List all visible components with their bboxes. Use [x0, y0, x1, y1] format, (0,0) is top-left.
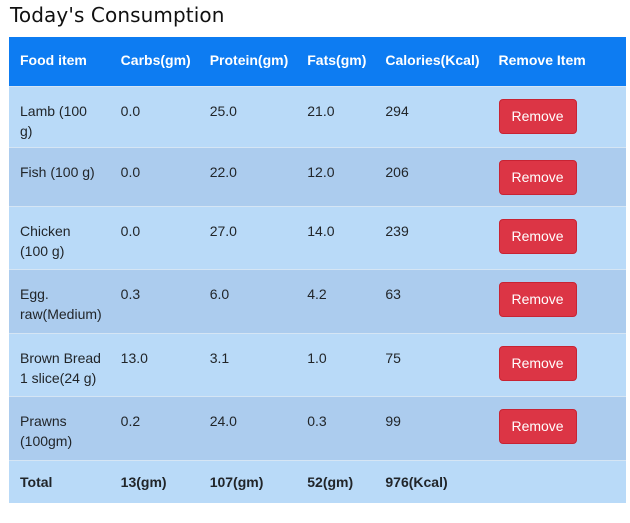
calories-cell: 206 — [385, 163, 409, 180]
protein-cell: 6.0 — [209, 285, 230, 302]
carbs-cell: 0.2 — [120, 412, 141, 429]
header-food-item: Food item — [20, 52, 87, 68]
protein-cell: 25.0 — [209, 102, 237, 119]
fats-cell: 1.0 — [307, 349, 327, 366]
table-row: Chicken (100 g) 0.0 27.0 14.0 239 Remove — [9, 205, 626, 269]
carbs-cell: 13.0 — [120, 349, 148, 366]
protein-cell: 22.0 — [209, 163, 237, 180]
calories-cell: 99 — [385, 412, 401, 429]
total-carbs: 13(gm) — [109, 459, 199, 503]
food-item-cell: Egg. raw(Medium) — [20, 285, 102, 322]
table-row: Fish (100 g) 0.0 22.0 12.0 206 Remove — [9, 146, 626, 206]
header-protein: Protein(gm) — [209, 52, 289, 68]
fats-cell: 0.3 — [307, 412, 327, 429]
totals-row: Total 13(gm) 107(gm) 52(gm) 976(Kcal) — [9, 459, 626, 503]
header-calories: Calories(Kcal) — [385, 52, 480, 68]
calories-cell: 294 — [385, 102, 409, 119]
carbs-cell: 0.3 — [120, 285, 141, 302]
food-item-cell: Brown Bread 1 slice(24 g) — [20, 349, 101, 386]
fats-cell: 12.0 — [307, 163, 335, 180]
protein-cell: 24.0 — [209, 412, 237, 429]
fats-cell: 21.0 — [307, 102, 335, 119]
food-item-cell: Prawns (100gm) — [20, 412, 73, 449]
remove-button[interactable]: Remove — [498, 345, 577, 381]
remove-button[interactable]: Remove — [498, 408, 577, 444]
food-item-cell: Fish (100 g) — [20, 163, 95, 180]
table-row: Egg. raw(Medium) 0.3 6.0 4.2 63 Remove — [9, 268, 626, 333]
consumption-page: Today's Consumption Food item Carbs(gm) … — [0, 0, 630, 523]
calories-cell: 75 — [385, 349, 401, 366]
remove-button[interactable]: Remove — [498, 159, 577, 195]
calories-cell: 63 — [385, 285, 401, 302]
consumption-table: Food item Carbs(gm) Protein(gm) Fats(gm)… — [9, 37, 626, 503]
protein-cell: 3.1 — [209, 349, 230, 366]
fats-cell: 14.0 — [307, 222, 335, 239]
table-header-row: Food item Carbs(gm) Protein(gm) Fats(gm)… — [9, 37, 626, 86]
carbs-cell: 0.0 — [120, 222, 141, 239]
total-protein: 107(gm) — [198, 459, 297, 503]
food-item-cell: Chicken (100 g) — [20, 222, 71, 259]
total-fats: 52(gm) — [296, 459, 375, 503]
header-remove-item: Remove Item — [498, 52, 586, 68]
calories-cell: 239 — [385, 222, 409, 239]
header-fats: Fats(gm) — [307, 52, 367, 68]
table-row: Lamb (100 g) 0.0 25.0 21.0 294 Remove — [9, 85, 626, 147]
carbs-cell: 0.0 — [120, 102, 141, 119]
table-row: Brown Bread 1 slice(24 g) 13.0 3.1 1.0 7… — [9, 332, 626, 396]
page-title: Today's Consumption — [10, 3, 225, 27]
header-carbs: Carbs(gm) — [120, 52, 191, 68]
food-item-cell: Lamb (100 g) — [20, 102, 87, 139]
remove-button[interactable]: Remove — [498, 98, 577, 134]
remove-button[interactable]: Remove — [498, 218, 577, 254]
totals-empty-cell — [487, 459, 626, 503]
total-calories: 976(Kcal) — [374, 459, 488, 503]
fats-cell: 4.2 — [307, 285, 327, 302]
remove-button[interactable]: Remove — [498, 281, 577, 317]
table-row: Prawns (100gm) 0.2 24.0 0.3 99 Remove — [9, 395, 626, 460]
carbs-cell: 0.0 — [120, 163, 141, 180]
protein-cell: 27.0 — [209, 222, 237, 239]
totals-label: Total — [9, 459, 110, 503]
